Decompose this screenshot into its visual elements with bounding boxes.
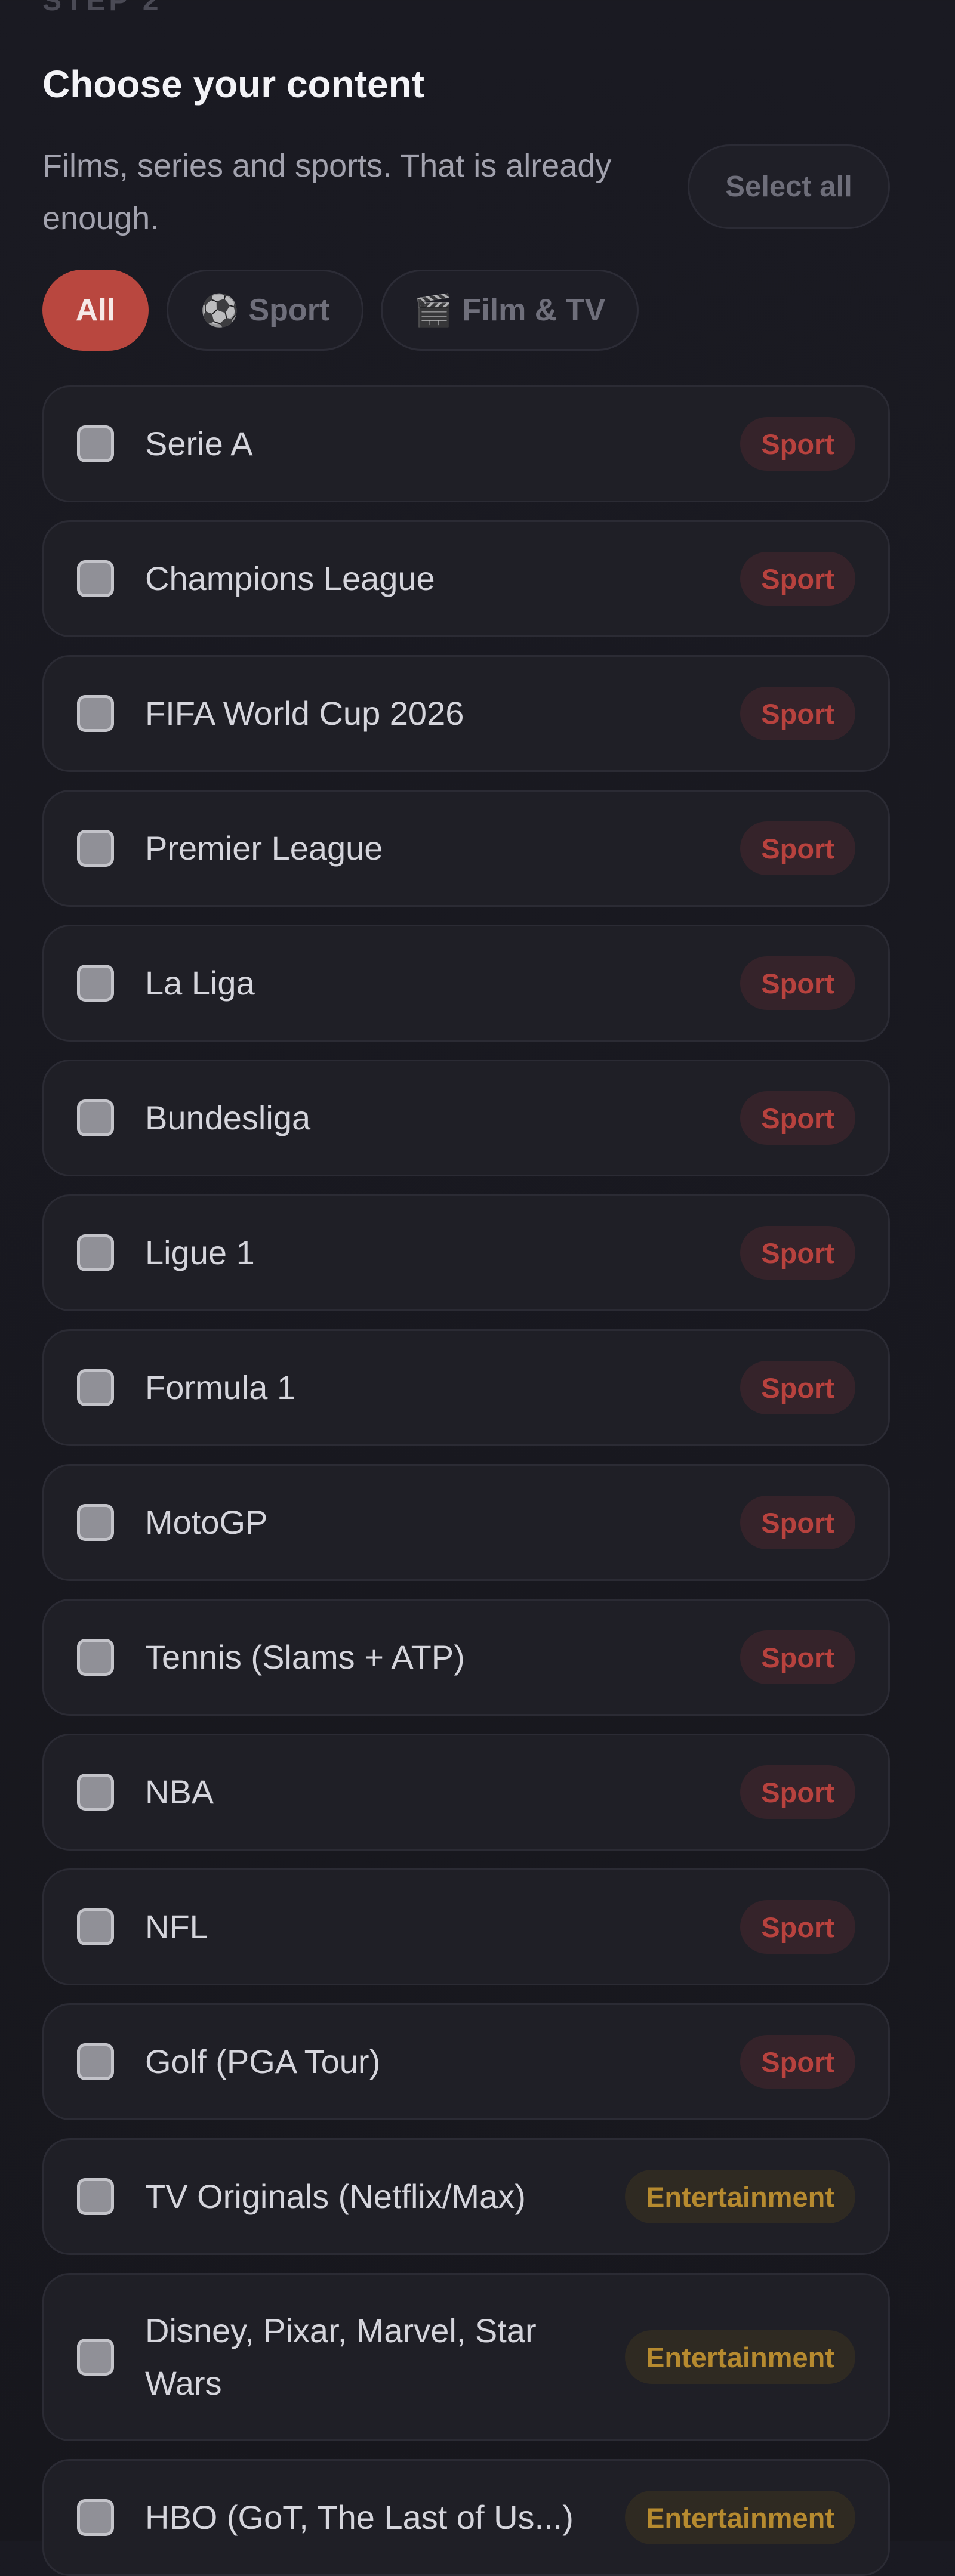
category-tag: Sport xyxy=(740,417,855,471)
content-item-label: TV Originals (Netflix/Max) xyxy=(145,2177,526,2215)
category-tag: Sport xyxy=(740,1226,855,1280)
content-item-label: Ligue 1 xyxy=(145,1234,255,1271)
content-item[interactable]: NFL Sport xyxy=(42,1868,890,1985)
content-checkbox[interactable] xyxy=(77,1774,114,1811)
content-checkbox[interactable] xyxy=(77,2339,114,2376)
content-checkbox[interactable] xyxy=(77,830,114,867)
content-checkbox[interactable] xyxy=(77,1369,114,1406)
soccer-ball-icon: ⚽ xyxy=(200,293,239,328)
category-tag: Sport xyxy=(740,687,855,740)
content-item[interactable]: Golf (PGA Tour) Sport xyxy=(42,2003,890,2120)
content-item[interactable]: Premier League Sport xyxy=(42,790,890,907)
content-item-label: Tennis (Slams + ATP) xyxy=(145,1638,465,1676)
content-item-label: FIFA World Cup 2026 xyxy=(145,694,464,732)
content-checkbox[interactable] xyxy=(77,1639,114,1676)
content-item-label: Champions League xyxy=(145,560,435,597)
content-item-label: La Liga xyxy=(145,964,255,1002)
content-item[interactable]: Disney, Pixar, Marvel, Star Wars Entertai… xyxy=(42,2273,890,2441)
select-all-button[interactable]: Select all xyxy=(688,144,890,229)
filter-film-tv-label: Film & TV xyxy=(462,293,606,328)
content-item[interactable]: Tennis (Slams + ATP) Sport xyxy=(42,1599,890,1716)
content-item[interactable]: Champions League Sport xyxy=(42,520,890,637)
content-item[interactable]: TV Originals (Netflix/Max) Entertainment xyxy=(42,2138,890,2255)
category-tag: Sport xyxy=(740,956,855,1010)
category-tag: Sport xyxy=(740,1900,855,1954)
content-checkbox[interactable] xyxy=(77,560,114,597)
category-tag: Sport xyxy=(740,1496,855,1549)
content-item[interactable]: Bundesliga Sport xyxy=(42,1060,890,1176)
category-tag: Sport xyxy=(740,2035,855,2089)
filter-all-label: All xyxy=(75,293,116,328)
content-item-label: NFL xyxy=(145,1908,208,1945)
step-label: STEP 2 xyxy=(42,0,162,17)
content-item-label: Bundesliga xyxy=(145,1099,311,1136)
category-tag: Entertainment xyxy=(625,2330,855,2384)
content-item[interactable]: FIFA World Cup 2026 Sport xyxy=(42,655,890,772)
page-title: Choose your content xyxy=(42,63,425,106)
content-item-label: NBA xyxy=(145,1773,214,1811)
content-checkbox[interactable] xyxy=(77,695,114,732)
filter-all-chip[interactable]: All xyxy=(42,270,149,351)
content-checkbox[interactable] xyxy=(77,2043,114,2080)
content-item-label: Golf (PGA Tour) xyxy=(145,2043,381,2080)
clapperboard-icon: 🎬 xyxy=(414,293,453,328)
content-checkbox[interactable] xyxy=(77,1908,114,1945)
filter-film-tv-chip[interactable]: 🎬 Film & TV xyxy=(381,270,639,351)
content-checkbox[interactable] xyxy=(77,1234,114,1271)
filter-sport-label: Sport xyxy=(248,293,330,328)
content-checkbox[interactable] xyxy=(77,1099,114,1136)
content-item[interactable]: MotoGP Sport xyxy=(42,1464,890,1581)
content-item[interactable]: Ligue 1 Sport xyxy=(42,1194,890,1311)
content-item[interactable]: La Liga Sport xyxy=(42,925,890,1042)
content-item-label: Premier League xyxy=(145,829,383,867)
content-item-label: MotoGP xyxy=(145,1503,268,1541)
category-tag: Entertainment xyxy=(625,2170,855,2223)
content-checkbox[interactable] xyxy=(77,2178,114,2215)
category-tag: Sport xyxy=(740,1630,855,1684)
content-item[interactable]: NBA Sport xyxy=(42,1734,890,1851)
filter-sport-chip[interactable]: ⚽ Sport xyxy=(167,270,363,351)
category-tag: Sport xyxy=(740,1765,855,1819)
content-item-label: Formula 1 xyxy=(145,1369,296,1406)
category-tag: Sport xyxy=(740,1361,855,1414)
content-checkbox[interactable] xyxy=(77,1504,114,1541)
content-item-label: HBO (GoT, The Last of Us...) xyxy=(145,2498,574,2536)
category-tag: Sport xyxy=(740,1091,855,1145)
content-checkbox[interactable] xyxy=(77,2499,114,2536)
category-tag: Sport xyxy=(740,552,855,606)
content-item[interactable]: HBO (GoT, The Last of Us...) Entertainmen… xyxy=(42,2459,890,2576)
category-tag: Sport xyxy=(740,821,855,875)
content-item[interactable]: Formula 1 Sport xyxy=(42,1329,890,1446)
content-item[interactable]: Serie A Sport xyxy=(42,385,890,502)
category-tag: Entertainment xyxy=(625,2491,855,2544)
content-item-label: Serie A xyxy=(145,425,253,462)
content-checkbox[interactable] xyxy=(77,425,114,462)
page-subtitle: Films, series and sports. That is alread… xyxy=(42,148,612,236)
content-checkbox[interactable] xyxy=(77,965,114,1002)
content-item-label: Disney, Pixar, Marvel, Star Wars xyxy=(145,2312,537,2402)
